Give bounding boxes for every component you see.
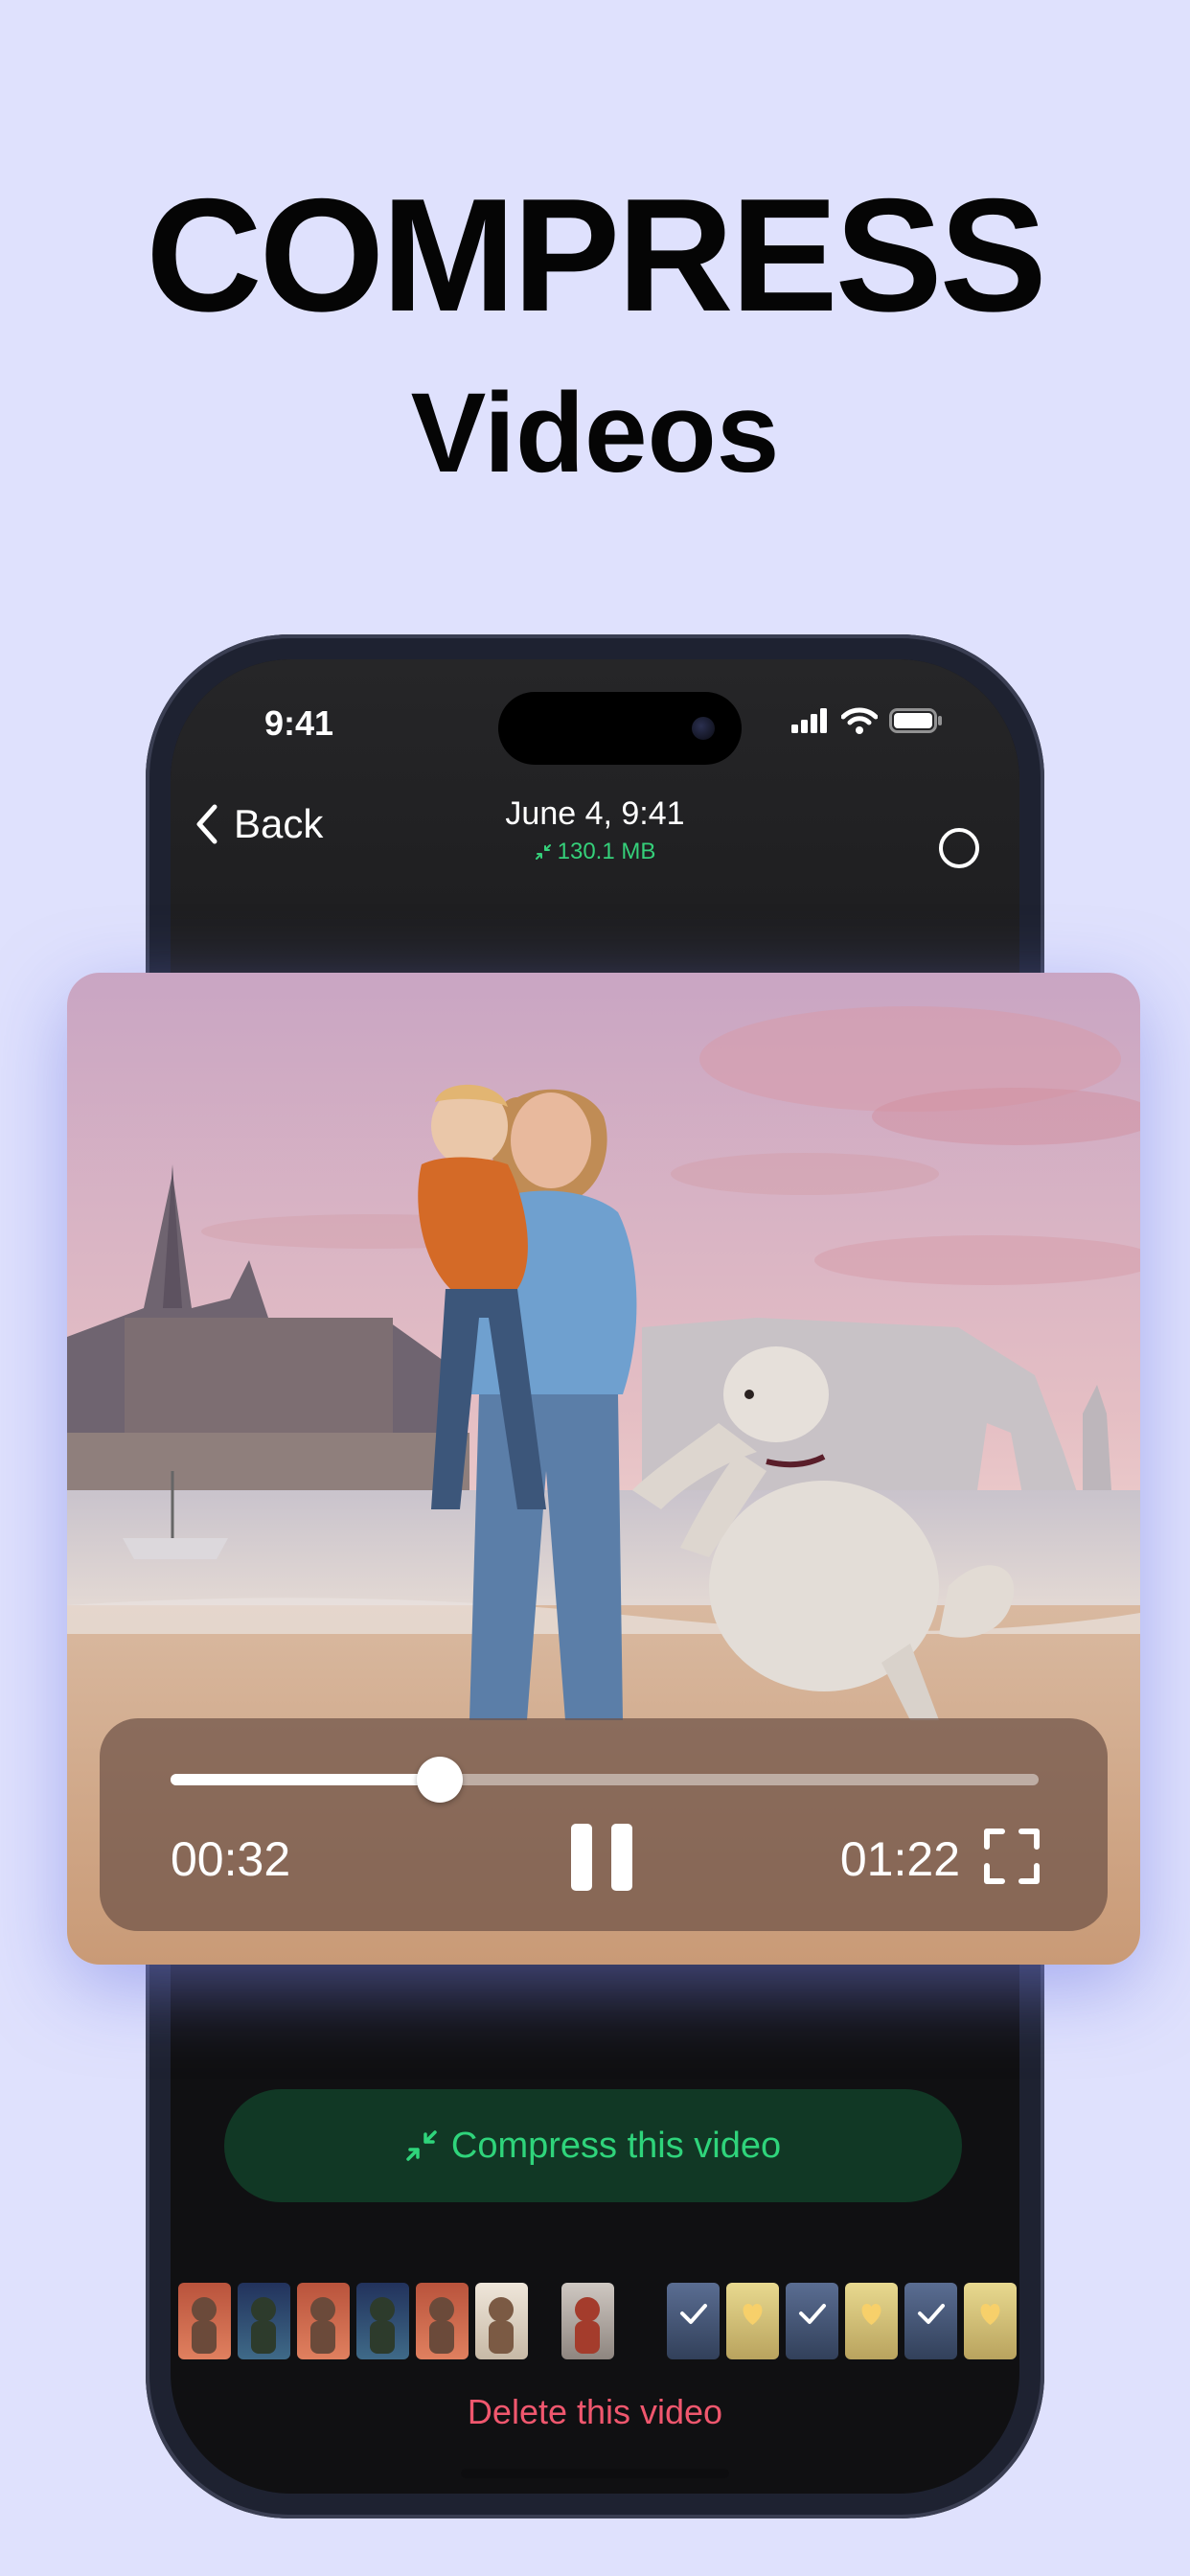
- home-indicator: [461, 2469, 729, 2478]
- thumbnail[interactable]: [356, 2283, 409, 2359]
- fullscreen-icon[interactable]: [983, 1828, 1041, 1885]
- checkmark-icon: [680, 2304, 707, 2324]
- thumbnail-figure: [429, 2297, 454, 2354]
- pause-button[interactable]: [571, 1824, 634, 1891]
- thumbnail-figure: [310, 2297, 335, 2354]
- thumbnail-figure: [575, 2297, 600, 2354]
- compress-arrows-icon: [535, 844, 551, 860]
- seek-bar-progress: [171, 1774, 440, 1785]
- headline-subtitle: Videos: [410, 370, 780, 496]
- thumbnail[interactable]: [904, 2283, 957, 2359]
- thumbnail[interactable]: [845, 2283, 898, 2359]
- compress-label: Compress this video: [450, 2125, 782, 2166]
- thumbnail[interactable]: [667, 2283, 720, 2359]
- status-time: 9:41: [264, 703, 334, 743]
- thumbnail-figure: [370, 2297, 395, 2354]
- playback-controls: 00:32 01:22: [100, 1718, 1108, 1931]
- video-player[interactable]: 00:32 01:22: [67, 973, 1140, 1965]
- thumbnail-figure: [489, 2297, 514, 2354]
- seek-bar[interactable]: [171, 1774, 1039, 1785]
- thumbnail[interactable]: [786, 2283, 838, 2359]
- video-date: June 4, 9:41: [505, 795, 685, 832]
- thumbnail[interactable]: [475, 2283, 528, 2359]
- thumbnail[interactable]: [964, 2283, 1017, 2359]
- heart-icon: [743, 2304, 763, 2325]
- thumbnail[interactable]: [238, 2283, 290, 2359]
- thumbnail[interactable]: [178, 2283, 231, 2359]
- headline-title: COMPRESS: [146, 165, 1047, 345]
- delete-video-button[interactable]: Delete this video: [171, 2392, 1019, 2432]
- video-size-value: 130.1 MB: [557, 839, 656, 864]
- status-icons: [791, 707, 943, 734]
- checkmark-icon: [799, 2304, 826, 2324]
- thumbnail[interactable]: [297, 2283, 350, 2359]
- current-time: 00:32: [171, 1832, 291, 1886]
- signal-icon: [791, 708, 827, 733]
- thumbnail-figure: [251, 2297, 276, 2354]
- battery-icon: [889, 708, 942, 733]
- video-info: June 4, 9:41 130.1 MB: [171, 795, 1019, 865]
- dynamic-island: [498, 692, 742, 765]
- heart-icon: [980, 2304, 1000, 2325]
- thumbnail-figure: [192, 2297, 217, 2354]
- video-size: 130.1 MB: [171, 839, 1019, 865]
- heart-icon: [861, 2304, 881, 2325]
- select-toggle[interactable]: [939, 828, 979, 868]
- thumbnail[interactable]: [416, 2283, 469, 2359]
- seek-handle[interactable]: [416, 1757, 463, 1803]
- thumbnail[interactable]: [561, 2283, 614, 2359]
- pause-icon: [611, 1824, 632, 1891]
- compress-video-button[interactable]: Compress this video: [224, 2089, 962, 2202]
- camera-icon: [692, 717, 715, 740]
- thumbnail[interactable]: [726, 2283, 779, 2359]
- duration: 01:22: [839, 1832, 960, 1886]
- pause-icon: [571, 1824, 592, 1891]
- checkmark-icon: [918, 2304, 945, 2324]
- compress-arrows-icon: [406, 2130, 437, 2161]
- wifi-icon: [841, 707, 878, 734]
